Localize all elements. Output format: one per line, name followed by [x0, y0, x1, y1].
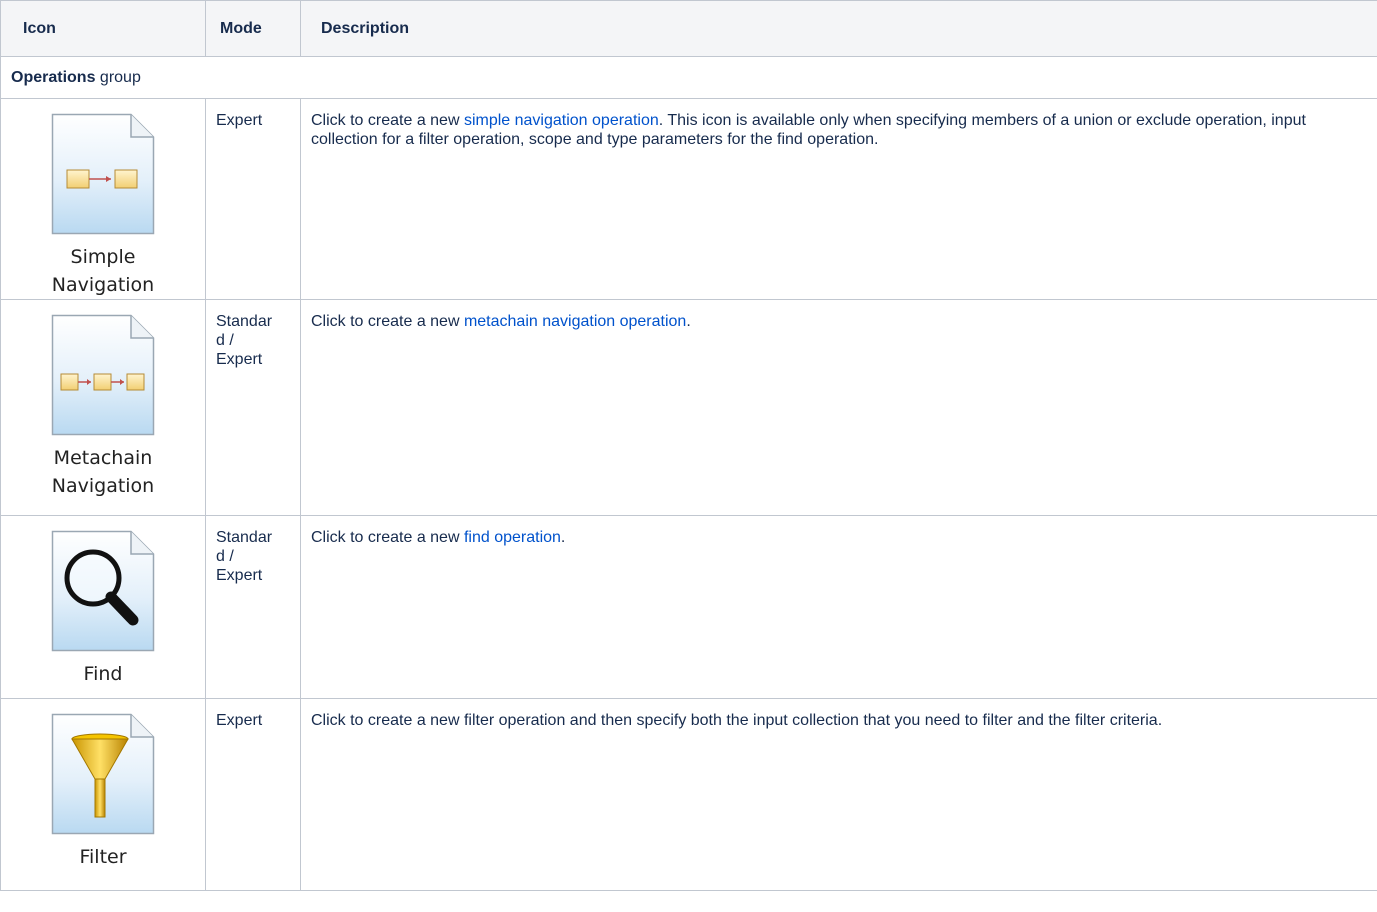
mode-cell: Expert: [205, 698, 301, 891]
table-row: Find Standar d / Expert Click to create a …: [0, 515, 1377, 699]
group-row: Operations group: [0, 56, 1377, 99]
mode-cell: Standar d / Expert: [205, 299, 301, 516]
mode-cell: Expert: [205, 98, 301, 300]
metachain-navigation-icon[interactable]: [51, 314, 155, 436]
metachain-boxes-icon: [60, 373, 145, 391]
group-cell: Operations group: [0, 56, 1377, 99]
description-cell: Click to create a new find operation.: [300, 515, 1377, 699]
icon-label: Metachain Navigation: [51, 447, 155, 497]
icon-cell: Find: [0, 515, 206, 699]
description-cell: Click to create a new metachain navigati…: [300, 299, 1377, 516]
metachain-navigation-operation-link[interactable]: metachain navigation operation: [464, 313, 686, 330]
group-name: Operations: [11, 69, 96, 86]
find-icon[interactable]: [51, 530, 155, 652]
filter-icon[interactable]: [51, 713, 155, 835]
icon-label: Find: [83, 663, 123, 685]
icon-cell: Metachain Navigation: [0, 299, 206, 516]
find-operation-link[interactable]: find operation: [464, 529, 561, 546]
header-mode: Mode: [205, 0, 301, 57]
header-description: Description: [300, 0, 1377, 57]
simple-navigation-icon[interactable]: [51, 113, 155, 235]
icon-cell: Filter: [0, 698, 206, 891]
group-suffix: group: [95, 69, 141, 86]
table-row: Metachain Navigation Standar d / Expert Cl…: [0, 299, 1377, 516]
header-icon: Icon: [0, 0, 206, 57]
magnifier-icon: [64, 549, 139, 626]
table-header-row: Icon Mode Description: [0, 0, 1377, 57]
icon-label: Filter: [79, 846, 127, 868]
icon-cell: Simple Navigation: [0, 98, 206, 300]
description-cell: Click to create a new filter operation a…: [300, 698, 1377, 891]
operations-table: Icon Mode Description Operations group S…: [0, 0, 1377, 891]
funnel-icon: [71, 733, 129, 818]
table-row: Simple Navigation Expert Click to create…: [0, 98, 1377, 300]
mode-cell: Standar d / Expert: [205, 515, 301, 699]
navigation-boxes-icon: [66, 169, 138, 189]
table-row: Filter Expert Click to create a new filt…: [0, 698, 1377, 891]
description-cell: Click to create a new simple navigation …: [300, 98, 1377, 300]
simple-navigation-operation-link[interactable]: simple navigation operation: [464, 112, 659, 129]
icon-label: Simple Navigation: [51, 246, 155, 296]
